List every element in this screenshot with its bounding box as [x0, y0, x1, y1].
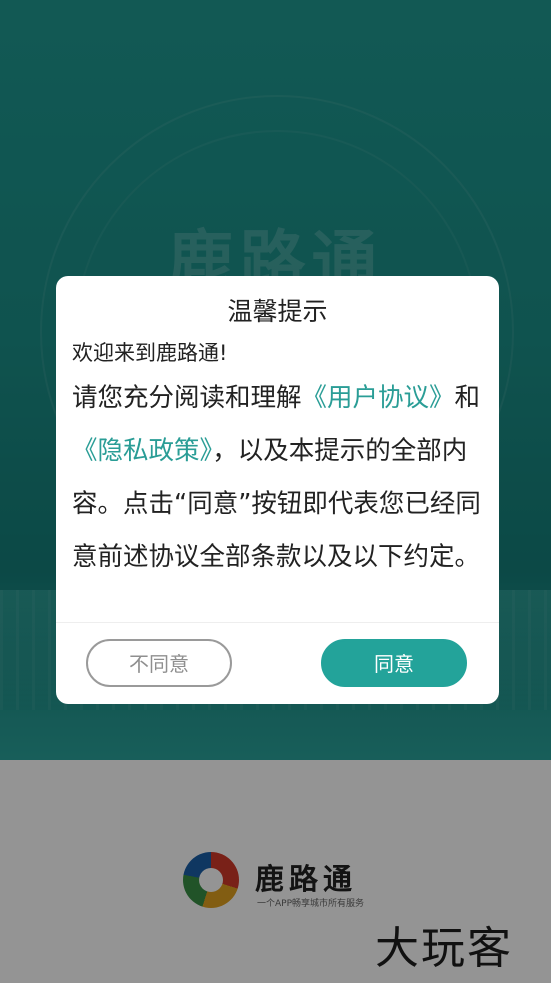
user-agreement-link[interactable]: 《用户协议》: [302, 383, 455, 413]
terms-prefix: 请您充分阅读和理解: [72, 383, 302, 413]
terms-and: 和: [454, 383, 481, 413]
dialog-title: 温馨提示: [227, 297, 328, 326]
dialog-divider: [56, 622, 499, 623]
corner-watermark: 大玩客: [375, 923, 513, 974]
disagree-button[interactable]: 不同意: [86, 639, 232, 687]
welcome-text: 欢迎来到鹿路通!: [72, 341, 228, 365]
privacy-dialog: 温馨提示 欢迎来到鹿路通! 请您充分阅读和理解《用户协议》和《隐私政策》，以及本…: [56, 276, 499, 704]
privacy-policy-link[interactable]: 《隐私政策》: [72, 436, 212, 466]
terms-text: 请您充分阅读和理解《用户协议》和《隐私政策》，以及本提示的全部内容。点击“同意”…: [72, 372, 487, 584]
agree-button[interactable]: 同意: [321, 639, 467, 687]
dialog-body[interactable]: 欢迎来到鹿路通! 请您充分阅读和理解《用户协议》和《隐私政策》，以及本提示的全部…: [72, 338, 487, 622]
